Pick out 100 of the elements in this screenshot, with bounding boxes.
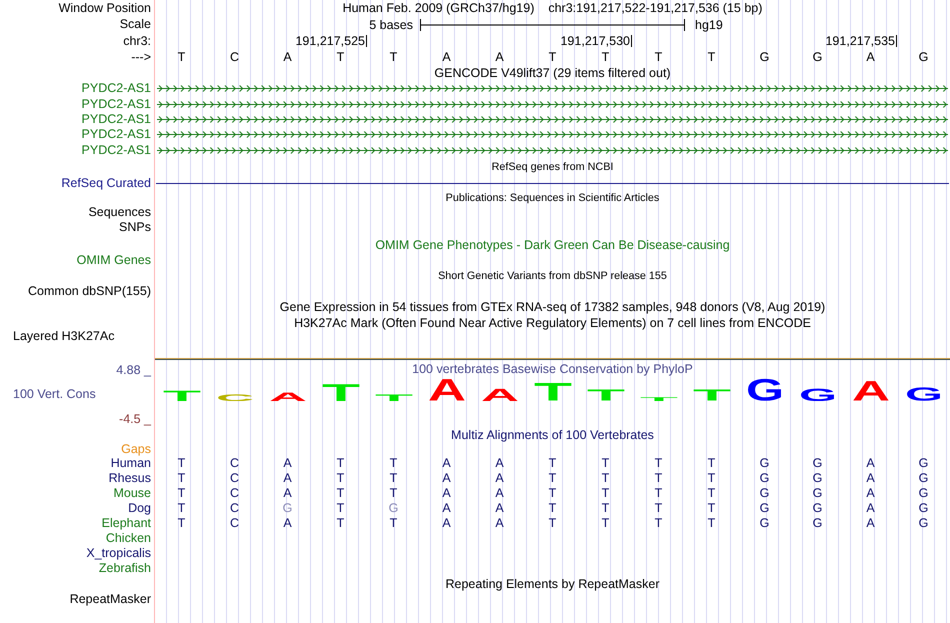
base-letter: A xyxy=(442,50,451,64)
track-label: OMIM Genes xyxy=(76,254,151,267)
aligned-base: A xyxy=(866,486,875,500)
species-label: Mouse xyxy=(113,486,151,500)
aligned-base: T xyxy=(390,516,398,530)
aligned-base: T xyxy=(548,516,556,530)
logo-letter: A xyxy=(480,388,518,401)
ruler-tick xyxy=(896,35,897,47)
aligned-base: T xyxy=(390,486,398,500)
aligned-base: A xyxy=(495,516,504,530)
axis-min-label: -4.5 _ xyxy=(119,412,151,426)
aligned-base: T xyxy=(336,516,344,530)
gene-label: PYDC2-AS1 xyxy=(82,82,151,96)
aligned-base: G xyxy=(812,472,822,485)
track-label: Layered H3K27Ac xyxy=(13,330,114,343)
aligned-base: C xyxy=(230,456,240,470)
aligned-base: G xyxy=(760,486,770,500)
assembly-title: Human Feb. 2009 (GRCh37/hg19) xyxy=(342,1,534,15)
aligned-base: A xyxy=(283,486,292,500)
aligned-base: T xyxy=(548,502,556,515)
coordinate-label: 191,217,525 xyxy=(295,34,365,48)
track-label: Gaps xyxy=(121,442,151,456)
row-label: Scale xyxy=(120,18,151,31)
logo-letter: G xyxy=(904,387,942,401)
aligned-base: G xyxy=(760,516,770,530)
base-letter: A xyxy=(866,50,875,64)
ruler-tick xyxy=(631,35,632,47)
logo-letter: T xyxy=(322,382,360,401)
aligned-base: A xyxy=(442,516,451,530)
base-letter: C xyxy=(230,50,240,64)
track-label: SNPs xyxy=(119,221,151,234)
base-letter: T xyxy=(548,50,556,64)
aligned-base: T xyxy=(336,502,344,515)
aligned-base: A xyxy=(866,472,875,485)
coordinate-label: 191,217,530 xyxy=(560,34,630,48)
row-label: ---> xyxy=(131,50,151,64)
logo-letter: T xyxy=(162,390,200,401)
aligned-base: A xyxy=(866,456,875,470)
base-letter: T xyxy=(336,50,344,64)
gene-label: PYDC2-AS1 xyxy=(82,112,151,126)
aligned-base: G xyxy=(812,516,822,530)
logo-letter: C xyxy=(216,394,254,401)
position-text: chr3:191,217,522-191,217,536 (15 bp) xyxy=(548,1,762,15)
aligned-base: C xyxy=(230,502,240,515)
base-letter: G xyxy=(918,50,928,64)
aligned-base: T xyxy=(708,456,716,470)
aligned-base: A xyxy=(283,472,292,485)
aligned-base: C xyxy=(230,516,240,530)
logo-letter: T xyxy=(534,382,572,401)
aligned-base: T xyxy=(708,472,716,485)
aligned-base: C xyxy=(230,472,240,485)
aligned-base: T xyxy=(178,472,186,485)
aligned-base: A xyxy=(283,516,292,530)
aligned-base: A xyxy=(495,502,504,515)
aligned-base: T xyxy=(390,472,398,485)
base-letter: T xyxy=(178,50,186,64)
aligned-base: T xyxy=(708,502,716,515)
species-label: Elephant xyxy=(102,516,151,530)
species-label: Dog xyxy=(128,502,151,515)
aligned-base: G xyxy=(282,502,292,515)
track-title: 100 vertebrates Basewise Conservation by PhyloP xyxy=(412,362,693,376)
aligned-base: T xyxy=(602,516,610,530)
base-letter: T xyxy=(390,50,398,64)
gene-label: PYDC2-AS1 xyxy=(82,128,151,142)
aligned-base: T xyxy=(336,456,344,470)
aligned-base: G xyxy=(812,486,822,500)
aligned-base: A xyxy=(495,456,504,470)
species-label: Human xyxy=(110,456,151,470)
logo-letter: T xyxy=(374,394,412,401)
aligned-base: G xyxy=(760,456,770,470)
track-label: RepeatMasker xyxy=(70,592,151,606)
coordinate-label: 191,217,535 xyxy=(825,34,895,48)
track-label: Common dbSNP(155) xyxy=(28,284,151,298)
aligned-base: T xyxy=(654,472,662,485)
track-title: Repeating Elements by RepeatMasker xyxy=(445,577,660,592)
aligned-base: A xyxy=(866,516,875,530)
base-letter: T xyxy=(602,50,610,64)
track-title: OMIM Gene Phenotypes - Dark Green Can Be Disease-causing xyxy=(375,238,730,252)
base-letter: A xyxy=(495,50,504,64)
axis-max-label: 4.88 _ xyxy=(116,363,151,378)
assembly-label: hg19 xyxy=(695,18,723,32)
aligned-base: T xyxy=(390,456,398,470)
logo-letter: A xyxy=(428,378,466,401)
track-title: RefSeq genes from NCBI xyxy=(492,161,614,174)
aligned-base: T xyxy=(602,502,610,515)
species-label: Chicken xyxy=(106,532,151,545)
track-label: Sequences xyxy=(88,206,151,220)
track-title: Short Genetic Variants from dbSNP release 155 xyxy=(438,270,667,282)
aligned-base: A xyxy=(442,486,451,500)
aligned-base: G xyxy=(918,472,928,485)
aligned-base: T xyxy=(708,486,716,500)
row-label: Window Position xyxy=(58,2,151,14)
aligned-base: A xyxy=(495,486,504,500)
track-label: 100 Vert. Cons xyxy=(13,387,96,402)
aligned-base: T xyxy=(708,516,716,530)
aligned-base: T xyxy=(178,502,186,515)
aligned-base: C xyxy=(230,486,240,500)
track-label: RefSeq Curated xyxy=(61,176,151,190)
aligned-base: A xyxy=(442,456,451,470)
aligned-base: A xyxy=(442,502,451,515)
